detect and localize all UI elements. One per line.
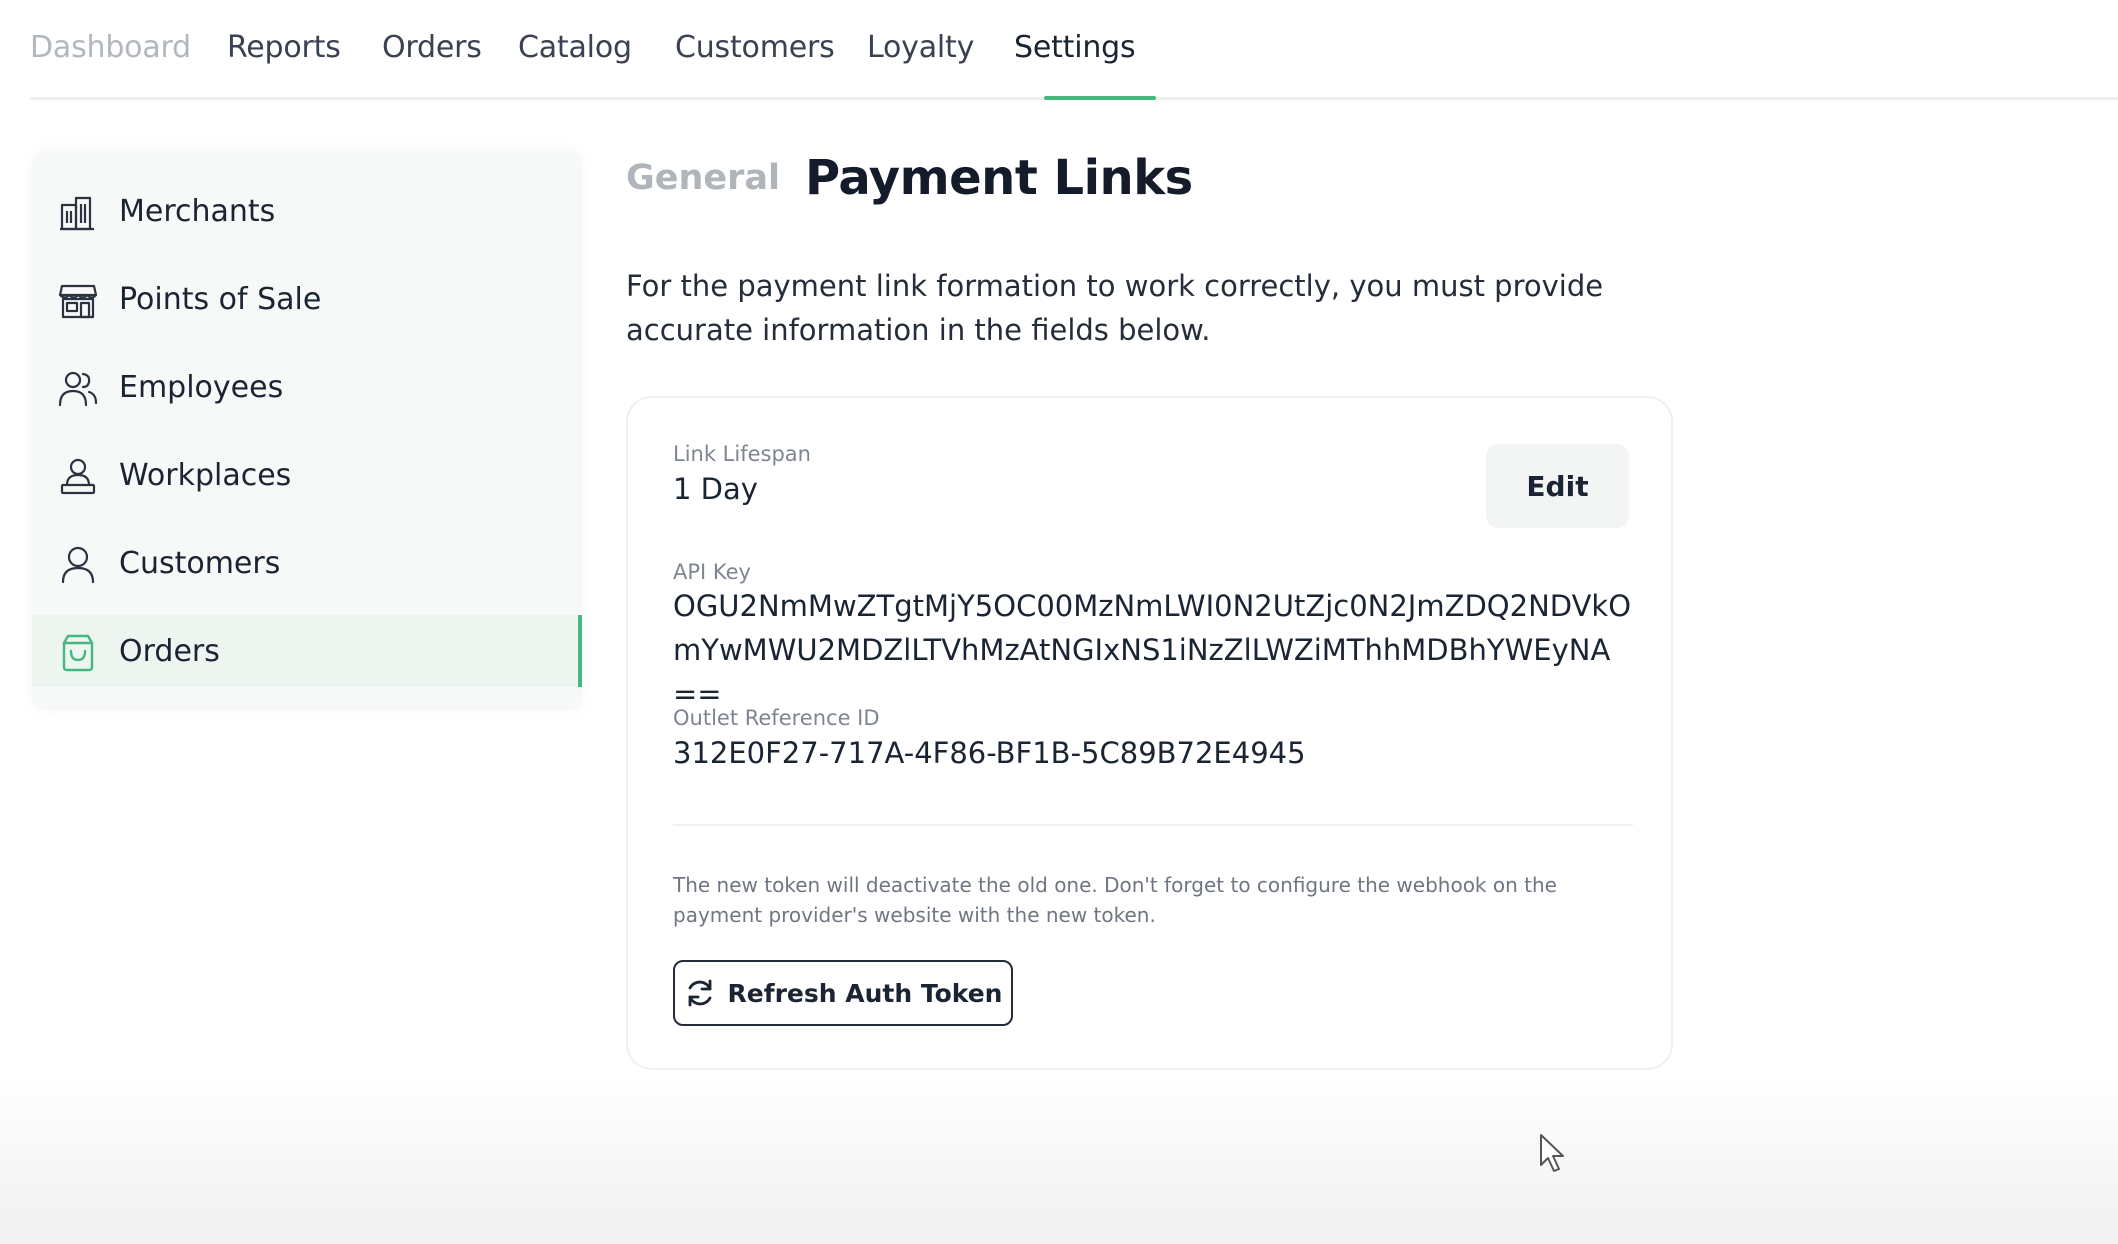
mouse-cursor-icon (1540, 1134, 1564, 1172)
sidebar-item-label: Orders (119, 633, 220, 669)
settings-sidebar: Merchants Points of Sale Employees Workp… (32, 150, 582, 710)
edit-button[interactable]: Edit (1486, 444, 1629, 528)
building-icon (60, 196, 94, 231)
link-lifespan-value: 1 Day (673, 472, 758, 506)
sidebar-item-label: Points of Sale (119, 281, 322, 317)
refresh-button-label: Refresh Auth Token (727, 978, 1003, 1008)
sidebar-item-label: Workplaces (119, 457, 292, 493)
token-warning-note: The new token will deactivate the old on… (673, 873, 1557, 927)
top-navigation: Dashboard Reports Orders Catalog Custome… (30, 0, 2118, 100)
tab-general[interactable]: General (626, 158, 780, 198)
shopping-bag-icon (62, 634, 94, 672)
sidebar-item-employees[interactable]: Employees (32, 351, 582, 423)
nav-settings[interactable]: Settings (1014, 30, 1136, 65)
user-icon (61, 546, 95, 584)
link-lifespan-label: Link Lifespan (673, 442, 811, 466)
page-description: For the payment link formation to work c… (626, 269, 1604, 347)
sidebar-item-label: Merchants (119, 193, 276, 229)
api-key-value: OGU2NmMwZTgtMjY5OC00MzNmLWI0N2UtZjc0N2Jm… (673, 589, 1632, 711)
sidebar-item-orders[interactable]: Orders (32, 615, 582, 687)
api-key-label: API Key (673, 560, 751, 584)
workplace-icon (60, 458, 96, 495)
outlet-reference-label: Outlet Reference ID (673, 706, 880, 730)
sidebar-item-label: Employees (119, 369, 284, 405)
active-tab-indicator (1044, 96, 1156, 100)
nav-customers[interactable]: Customers (675, 30, 835, 65)
refresh-auth-token-button[interactable]: Refresh Auth Token (673, 960, 1013, 1026)
page-title: Payment Links (805, 150, 1193, 206)
bottom-shade (0, 1074, 2118, 1244)
nav-loyalty[interactable]: Loyalty (867, 30, 974, 65)
sidebar-item-merchants[interactable]: Merchants (32, 175, 582, 247)
nav-orders[interactable]: Orders (382, 30, 482, 65)
nav-dashboard[interactable]: Dashboard (30, 30, 191, 65)
outlet-reference-value: 312E0F27-717A-4F86-BF1B-5C89B72E4945 (673, 736, 1306, 770)
nav-reports[interactable]: Reports (227, 30, 341, 65)
sidebar-item-customers[interactable]: Customers (32, 527, 582, 599)
sidebar-item-label: Customers (119, 545, 281, 581)
nav-catalog[interactable]: Catalog (518, 30, 632, 65)
store-icon (58, 284, 98, 319)
refresh-icon (688, 979, 711, 1007)
sidebar-item-points-of-sale[interactable]: Points of Sale (32, 263, 582, 335)
divider (673, 824, 1633, 826)
payment-links-card: Link Lifespan 1 Day Edit API Key OGU2NmM… (626, 396, 1673, 1070)
users-icon (58, 371, 98, 407)
sidebar-item-workplaces[interactable]: Workplaces (32, 439, 582, 511)
